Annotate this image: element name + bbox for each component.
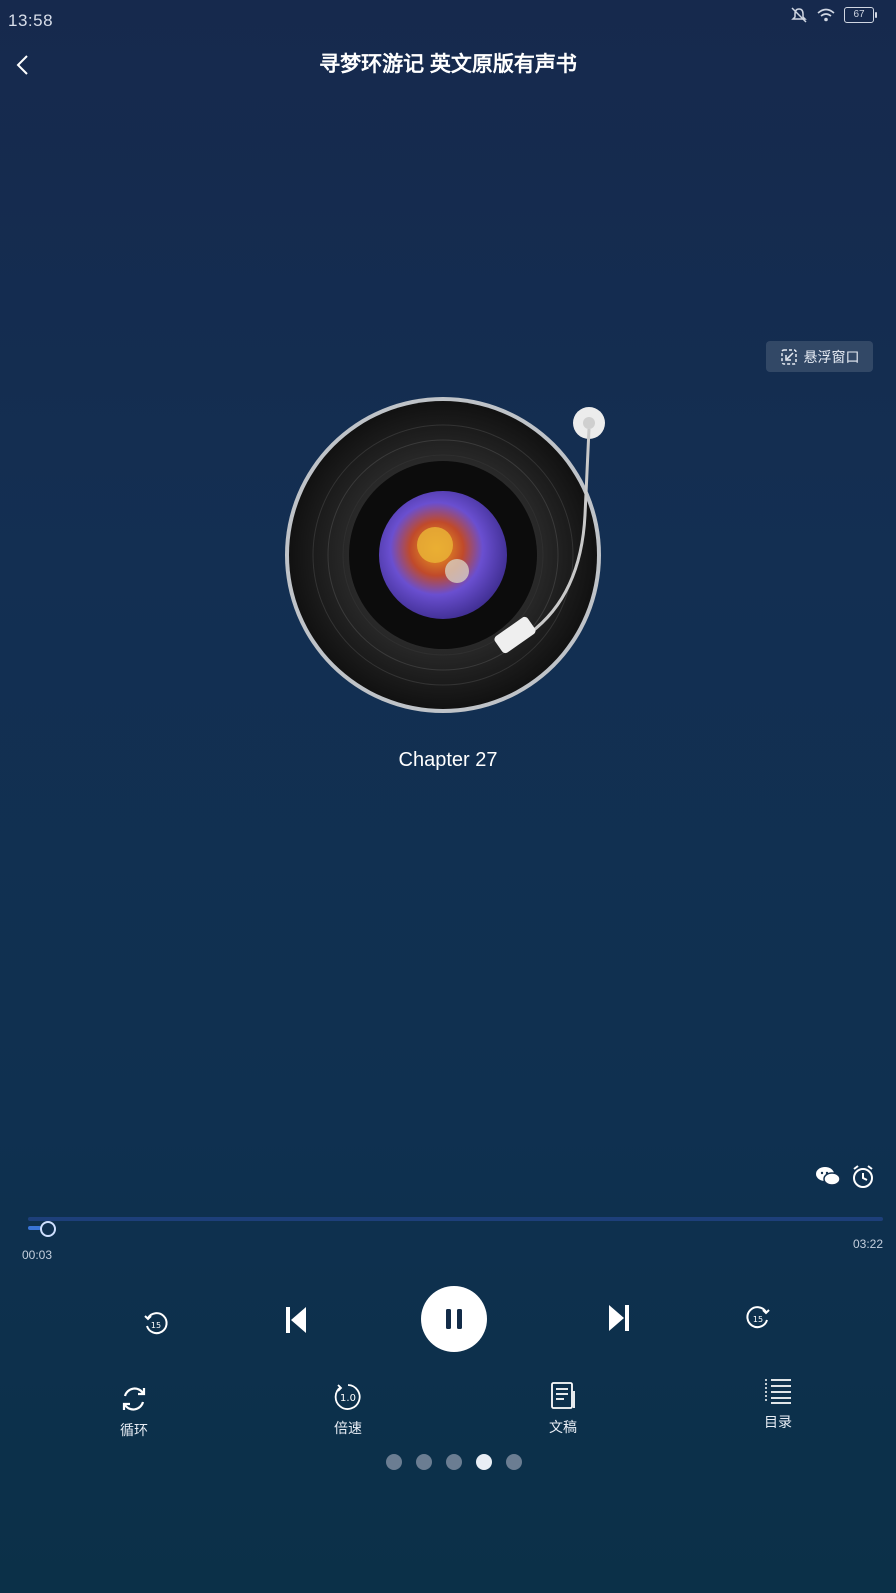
list-icon	[765, 1379, 791, 1404]
rewind-15-icon: 15	[144, 1312, 168, 1335]
catalog-button[interactable]: 目录	[733, 1376, 823, 1432]
total-time: 03:22	[852, 1237, 883, 1251]
wifi-icon	[817, 8, 835, 22]
float-window-label: 悬浮窗口	[803, 348, 860, 365]
previous-track-button[interactable]	[280, 1302, 312, 1338]
page-title: 寻梦环游记 英文原版有声书	[319, 53, 577, 76]
loop-icon	[122, 1387, 146, 1411]
speed-value: 1.0	[340, 1393, 356, 1404]
speed-button[interactable]: 1.0 倍速	[303, 1382, 393, 1438]
current-time: 00:03	[22, 1248, 53, 1262]
battery-icon: 67	[844, 7, 877, 23]
loop-button[interactable]: 循环	[89, 1384, 179, 1440]
forward-seconds: 15	[753, 1315, 763, 1324]
progress-track[interactable]	[28, 1217, 883, 1221]
page-dot[interactable]	[506, 1454, 522, 1470]
page-dot[interactable]	[386, 1454, 402, 1470]
page-dot[interactable]	[446, 1454, 462, 1470]
transcript-label: 文稿	[549, 1419, 577, 1435]
catalog-label: 目录	[764, 1414, 792, 1430]
mute-bell-icon	[791, 7, 807, 23]
speed-icon: 1.0	[334, 1384, 361, 1410]
wechat-share-icon[interactable]	[815, 1165, 841, 1192]
pause-button[interactable]	[421, 1286, 487, 1352]
document-icon	[551, 1382, 575, 1409]
progress-thumb[interactable]	[39, 1221, 56, 1237]
float-window-icon	[780, 348, 797, 365]
speed-label: 倍速	[334, 1420, 362, 1436]
status-time: 13:58	[8, 11, 54, 30]
rewind-seconds: 15	[151, 1321, 161, 1330]
forward-15-button[interactable]: 15	[742, 1302, 774, 1334]
skip-previous-icon	[286, 1307, 306, 1333]
float-window-button[interactable]: 悬浮窗口	[766, 341, 873, 372]
progress-fill	[28, 1226, 41, 1230]
rewind-15-button[interactable]: 15	[140, 1308, 172, 1340]
page-dot[interactable]	[416, 1454, 432, 1470]
page-indicator	[386, 1454, 522, 1470]
page-dot[interactable]	[476, 1454, 492, 1470]
next-track-button[interactable]	[603, 1300, 635, 1336]
pause-icon	[446, 1309, 462, 1329]
skip-next-icon	[609, 1305, 629, 1331]
vinyl-record	[285, 395, 605, 715]
loop-label: 循环	[120, 1422, 148, 1438]
forward-15-icon: 15	[746, 1306, 770, 1329]
alarm-clock-icon[interactable]	[850, 1164, 876, 1195]
transcript-button[interactable]: 文稿	[518, 1381, 608, 1437]
status-icons: 67	[790, 6, 877, 24]
chapter-title: Chapter 27	[398, 749, 498, 771]
